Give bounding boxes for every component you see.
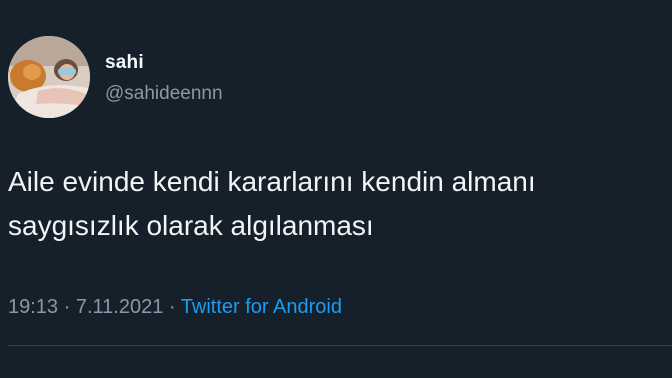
tweet-text-line-2: saygısızlık olarak algılanması bbox=[8, 210, 374, 241]
tweet-text: Aile evinde kendi kararlarını kendin alm… bbox=[8, 160, 672, 248]
username-handle[interactable]: @sahideennn bbox=[105, 83, 223, 105]
tweet-card: sahi @sahideennn Aile evinde kendi karar… bbox=[0, 0, 672, 378]
tweet-date[interactable]: 7.11.2021 bbox=[76, 296, 164, 318]
tweet-source-link[interactable]: Twitter for Android bbox=[181, 296, 342, 318]
tweet-text-line-1: Aile evinde kendi kararlarını kendin alm… bbox=[8, 166, 536, 197]
divider bbox=[8, 345, 672, 346]
tweet-metadata: 19:13 · 7.11.2021 · Twitter for Android bbox=[8, 296, 342, 319]
meta-separator-2: · bbox=[168, 296, 176, 318]
avatar[interactable] bbox=[8, 36, 90, 118]
display-name[interactable]: sahi bbox=[105, 52, 144, 74]
meta-separator: · bbox=[63, 296, 71, 318]
tweet-time[interactable]: 19:13 bbox=[8, 296, 58, 318]
avatar-photo-icon bbox=[8, 36, 90, 118]
